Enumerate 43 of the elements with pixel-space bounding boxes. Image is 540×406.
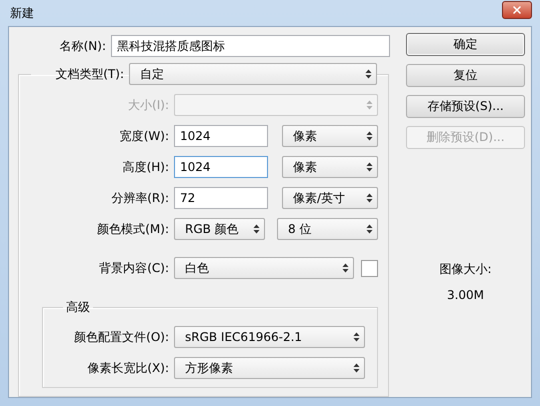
color-swatch[interactable]: [361, 260, 378, 276]
dialog-button[interactable]: 确定: [406, 33, 525, 56]
field-label: 高度(H):: [122, 158, 169, 176]
text-field[interactable]: 1024: [174, 125, 268, 147]
image-size-label: 图像大小:: [438, 261, 493, 278]
dropdown[interactable]: 像素/英寸: [282, 187, 378, 209]
field-label: 文档类型(T):: [54, 66, 124, 82]
dropdown[interactable]: RGB 颜色: [174, 218, 265, 240]
updown-arrows-icon: [366, 131, 373, 141]
dropdown[interactable]: sRGB IEC61966-2.1: [174, 326, 365, 348]
dialog-button[interactable]: 存储预设(S)...: [406, 95, 525, 118]
updown-arrows-icon: [253, 224, 260, 234]
updown-arrows-icon: [366, 224, 373, 234]
close-button[interactable]: [502, 1, 532, 19]
updown-arrows-icon: [366, 193, 373, 203]
field-label: 名称(N):: [58, 38, 106, 54]
group-title: 高级: [65, 299, 91, 316]
dropdown[interactable]: 白色: [174, 257, 354, 279]
field-label: 宽度(W):: [118, 128, 169, 144]
dropdown[interactable]: 像素: [282, 125, 378, 147]
updown-arrows-icon: [342, 263, 349, 273]
text-field[interactable]: 1024: [174, 156, 268, 178]
dropdown[interactable]: 方形像素: [174, 357, 365, 379]
close-icon: [511, 4, 523, 16]
updown-arrows-icon: [365, 69, 372, 79]
window-title: 新建: [9, 4, 34, 22]
dropdown[interactable]: 像素: [282, 156, 378, 178]
text-field[interactable]: 72: [174, 187, 268, 209]
name-field[interactable]: 黑科技混搭质感图标: [111, 35, 390, 57]
field-label: 颜色模式(M):: [96, 220, 169, 238]
dialog-button[interactable]: 复位: [406, 64, 525, 87]
updown-arrows-icon: [353, 332, 360, 342]
field-label: 背景内容(C):: [98, 260, 169, 276]
updown-arrows-icon: [366, 100, 373, 110]
updown-arrows-icon: [353, 363, 360, 373]
field-label: 像素长宽比(X):: [86, 360, 169, 376]
image-size-value: 3.00M: [446, 288, 486, 302]
field-label: 分辨率(R):: [110, 190, 169, 206]
dropdown[interactable]: 8 位: [277, 218, 378, 240]
dropdown[interactable]: 自定: [129, 63, 377, 85]
field-label: 颜色配置文件(O):: [73, 328, 169, 346]
updown-arrows-icon: [366, 162, 373, 172]
field-label: 大小(I):: [127, 96, 169, 114]
